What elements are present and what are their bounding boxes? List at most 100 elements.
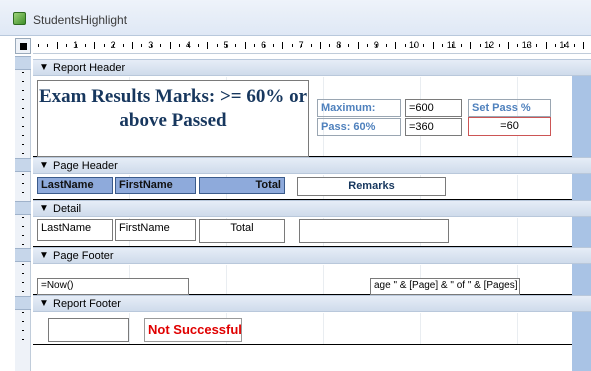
ruler-number: 14 bbox=[559, 40, 570, 50]
ruler-tick bbox=[573, 44, 575, 47]
vruler-tick bbox=[22, 144, 24, 145]
ruler-tick bbox=[385, 44, 387, 47]
ruler-tick bbox=[320, 42, 321, 49]
ruler-tick bbox=[207, 42, 209, 49]
ruler-tick bbox=[461, 44, 462, 47]
horizontal-ruler[interactable]: 1 2 3 4 5 6 7 8 9 10 11 12 13 14 bbox=[33, 38, 591, 54]
vruler-tick bbox=[22, 135, 24, 136]
maximum-textbox[interactable]: =600 bbox=[405, 99, 462, 117]
vertical-ruler[interactable] bbox=[15, 56, 31, 371]
vruler-report-footer-bar[interactable] bbox=[15, 296, 31, 310]
header-lastname-label[interactable]: LastName bbox=[37, 177, 113, 194]
ruler-tick bbox=[141, 44, 143, 47]
ruler-number: 6 bbox=[261, 40, 267, 50]
section-bar-page-header[interactable]: ▼ Page Header bbox=[33, 157, 591, 174]
vruler-tick bbox=[22, 108, 24, 109]
ruler-tick bbox=[517, 44, 519, 47]
vruler-detail-bar[interactable] bbox=[15, 201, 31, 215]
ruler-tick bbox=[94, 42, 96, 49]
vruler-tick bbox=[22, 183, 24, 184]
ruler-number: 12 bbox=[484, 40, 495, 50]
detail-remarks-textbox[interactable] bbox=[299, 219, 449, 243]
detail-total-textbox[interactable]: Total bbox=[199, 219, 285, 243]
section-bar-report-footer[interactable]: ▼ Report Footer bbox=[33, 295, 591, 312]
ruler-number: 9 bbox=[373, 40, 379, 50]
ruler-number: 5 bbox=[223, 40, 229, 50]
ruler-tick bbox=[235, 44, 237, 47]
ruler-tick bbox=[282, 42, 284, 49]
ruler-tick bbox=[254, 44, 256, 47]
report-title-label[interactable]: Exam Results Marks: >= 60% or above Pass… bbox=[37, 80, 309, 157]
section-collapse-icon: ▼ bbox=[39, 250, 49, 261]
ruler-tick bbox=[273, 44, 274, 47]
ruler-tick bbox=[66, 44, 68, 47]
report-app-icon bbox=[13, 12, 26, 25]
window-title: StudentsHighlight bbox=[33, 13, 128, 27]
vruler-page-header-bar[interactable] bbox=[15, 158, 31, 172]
header-total-label[interactable]: Total bbox=[199, 177, 285, 194]
ruler-tick bbox=[197, 44, 199, 47]
vruler-tick bbox=[22, 217, 24, 218]
section-collapse-icon: ▼ bbox=[39, 298, 49, 309]
ruler-number: 3 bbox=[148, 40, 154, 50]
section-bar-page-footer[interactable]: ▼ Page Footer bbox=[33, 247, 591, 264]
ruler-tick bbox=[216, 44, 218, 47]
vruler-tick bbox=[22, 312, 24, 313]
section-bar-report-header[interactable]: ▼ Report Header bbox=[33, 59, 591, 76]
pass-textbox[interactable]: =360 bbox=[405, 118, 462, 136]
ruler-number: 13 bbox=[521, 40, 532, 50]
ruler-tick bbox=[395, 42, 397, 49]
ruler-number: 10 bbox=[408, 40, 420, 50]
report-selector-square bbox=[20, 43, 27, 50]
ruler-number: 1 bbox=[73, 40, 79, 50]
ruler-tick bbox=[291, 44, 293, 47]
vruler-tick bbox=[22, 226, 24, 227]
vruler-tick bbox=[22, 330, 24, 331]
ruler-tick bbox=[583, 42, 585, 49]
report-selector[interactable] bbox=[15, 38, 31, 54]
detail-firstname-textbox[interactable]: FirstName bbox=[115, 219, 196, 241]
ruler-tick bbox=[404, 44, 406, 47]
maximum-label[interactable]: Maximum: bbox=[317, 99, 401, 117]
ruler-tick bbox=[432, 42, 434, 49]
footer-page-textbox[interactable]: age " & [Page] & " of " & [Pages] bbox=[370, 278, 520, 295]
vruler-tick bbox=[22, 192, 24, 193]
ruler-tick bbox=[545, 42, 547, 49]
ruler-tick bbox=[56, 42, 58, 49]
ruler-tick bbox=[536, 44, 538, 47]
section-collapse-icon: ▼ bbox=[39, 203, 49, 214]
ruler-tick bbox=[423, 44, 425, 47]
ruler-tick bbox=[132, 42, 133, 49]
section-bar-detail[interactable]: ▼ Detail bbox=[33, 200, 591, 217]
vruler-tick bbox=[22, 244, 24, 245]
set-pass-textbox[interactable]: =60 bbox=[468, 117, 551, 136]
header-firstname-label[interactable]: FirstName bbox=[115, 177, 196, 194]
vruler-report-header-bar[interactable] bbox=[15, 56, 31, 70]
footer-now-textbox[interactable]: =Now() bbox=[37, 278, 189, 295]
detail-lastname-textbox[interactable]: LastName bbox=[37, 219, 113, 241]
ruler-tick bbox=[442, 44, 444, 47]
set-pass-label[interactable]: Set Pass % bbox=[468, 99, 551, 117]
header-remarks-label[interactable]: Remarks bbox=[297, 177, 446, 196]
vruler-tick bbox=[22, 264, 24, 265]
ruler-tick bbox=[367, 44, 368, 47]
section-label: Detail bbox=[53, 203, 82, 215]
vruler-tick bbox=[22, 291, 24, 292]
ruler-tick bbox=[479, 44, 481, 47]
vruler-tick bbox=[22, 126, 24, 127]
vruler-tick bbox=[22, 72, 24, 73]
vruler-page-footer-bar[interactable] bbox=[15, 248, 31, 262]
footer-empty-textbox[interactable] bbox=[48, 318, 129, 342]
ruler-tick bbox=[85, 44, 86, 47]
ruler-tick bbox=[38, 44, 39, 47]
not-successful-label[interactable]: Not Successful bbox=[144, 318, 242, 342]
vruler-tick bbox=[22, 90, 24, 91]
vruler-tick bbox=[22, 117, 24, 118]
vruler-tick bbox=[22, 174, 24, 175]
pass-label[interactable]: Pass: 60% bbox=[317, 118, 401, 136]
vruler-tick bbox=[22, 153, 24, 154]
section-label: Page Footer bbox=[53, 250, 114, 262]
canvas-right-margin bbox=[572, 76, 591, 371]
section-collapse-icon: ▼ bbox=[39, 160, 49, 171]
ruler-number: 2 bbox=[110, 40, 116, 50]
